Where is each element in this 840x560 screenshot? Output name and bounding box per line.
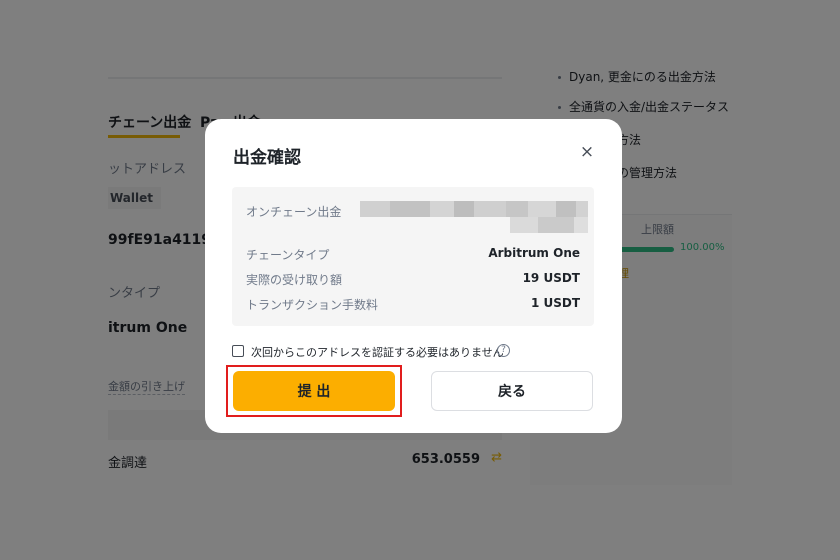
skip-verification-checkbox[interactable] [232,345,244,357]
skip-verification-label[interactable]: 次回からこのアドレスを認証する必要はありません [251,344,504,360]
received-amount-value: 19 USDT [522,271,580,285]
fee-value: 1 USDT [530,296,580,310]
close-icon[interactable]: × [578,143,596,161]
back-button[interactable]: 戻る [431,371,593,411]
withdraw-confirm-modal: 出金確認 × オンチェーン出金 チェーンタイプ Arbitrum One 実際の… [205,119,622,433]
chain-type-label: チェーンタイプ [246,248,330,262]
skip-verification-option: 次回からこのアドレスを認証する必要はありません ? [232,344,562,360]
withdraw-summary: オンチェーン出金 チェーンタイプ Arbitrum One 実際の受け取り額 1… [232,187,594,326]
help-icon[interactable]: ? [497,344,510,357]
onchain-address-label: オンチェーン出金 [246,205,342,219]
fee-label: トランザクション手数料 [246,298,379,312]
masked-address [360,201,588,233]
received-amount-label: 実際の受け取り額 [246,273,343,287]
chain-type-value: Arbitrum One [488,246,580,260]
modal-title: 出金確認 [233,148,301,168]
submit-button[interactable]: 提 出 [233,371,395,411]
